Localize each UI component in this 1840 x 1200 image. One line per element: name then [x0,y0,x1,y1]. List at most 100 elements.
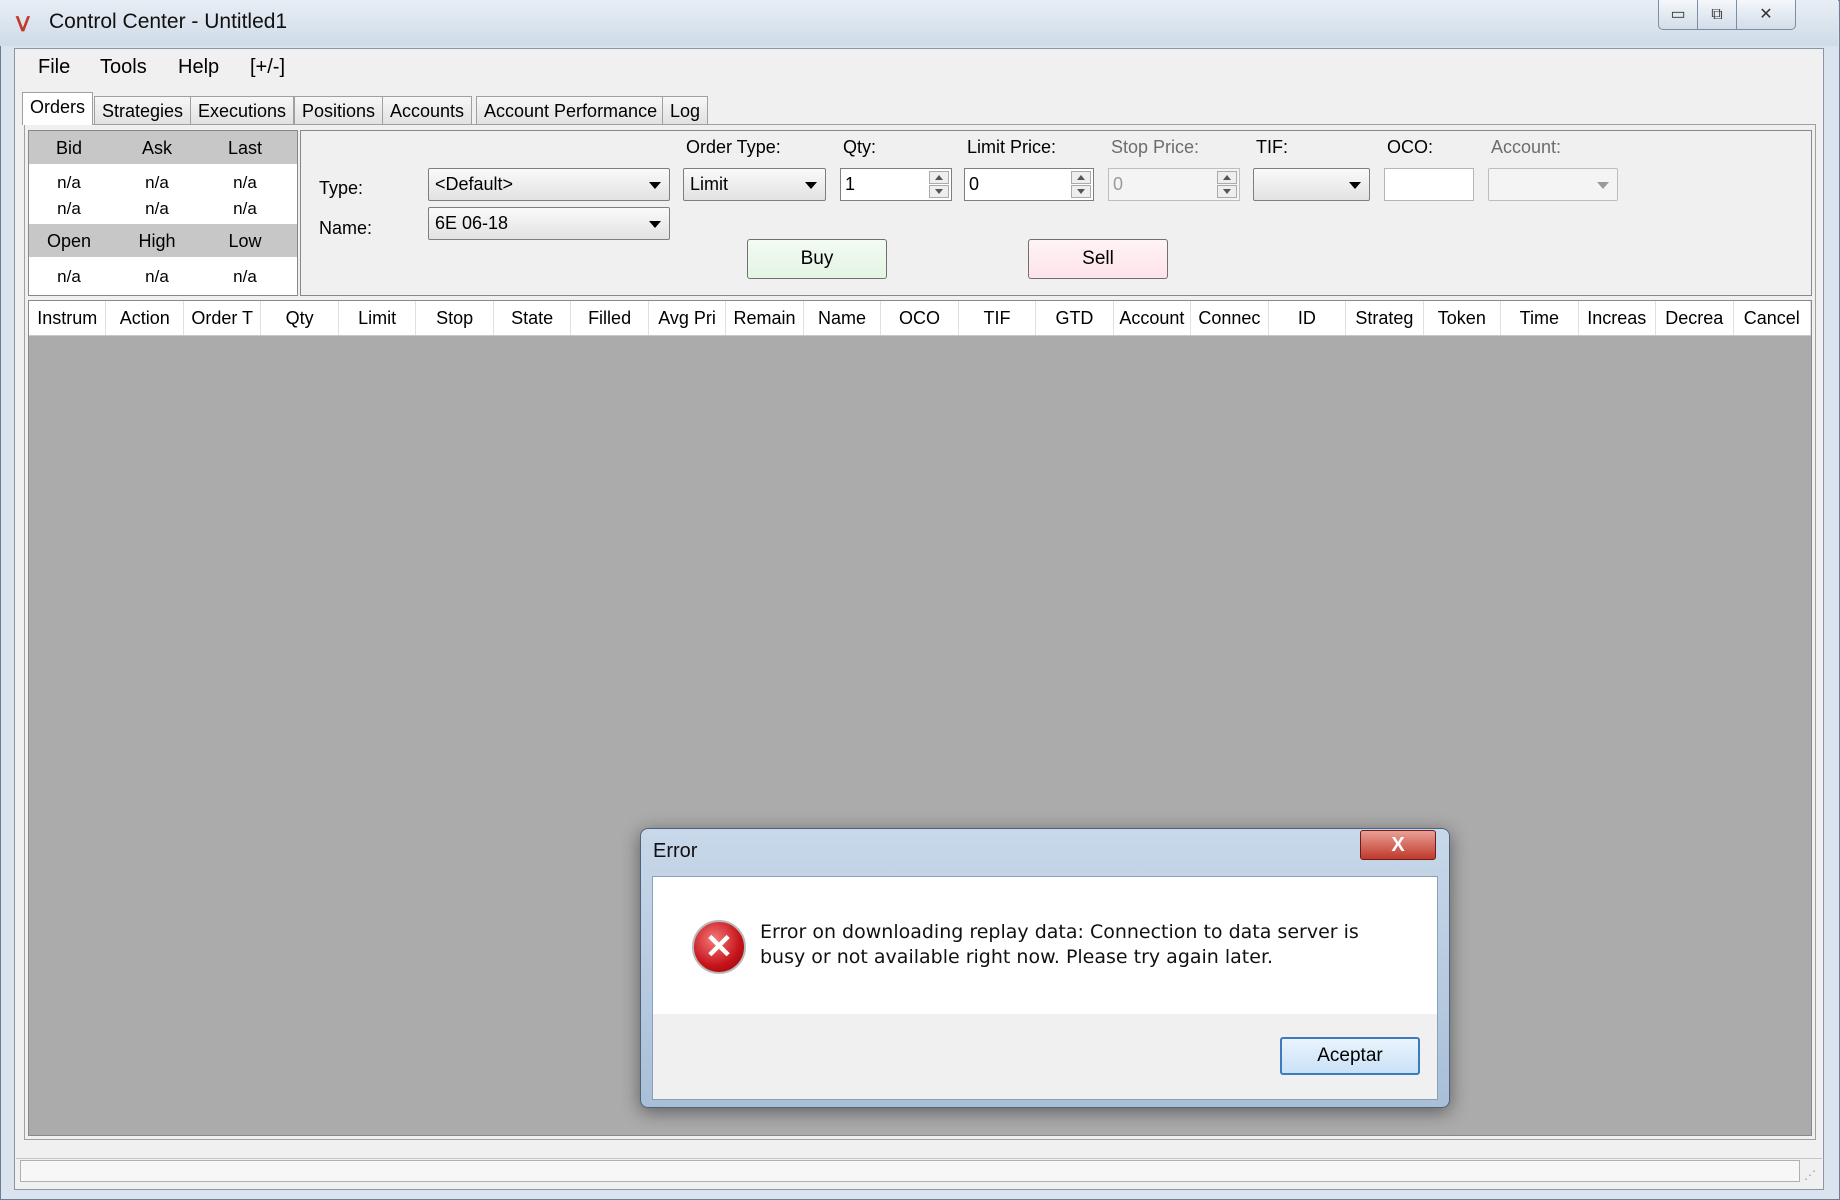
window-title: Control Center - Untitled1 [49,10,288,33]
account-select[interactable] [1488,168,1618,201]
column-header-5[interactable]: Stop [416,301,494,335]
dialog-title: Error [653,840,698,862]
quote-box: Bid Ask Last n/a n/a n/a n/a n/a n/a Ope… [28,130,298,296]
ask-size: n/a [145,199,169,218]
dialog-message: Error on downloading replay data: Connec… [760,921,1359,968]
tab-executions[interactable]: Executions [190,96,295,124]
ok-button[interactable]: Aceptar [1280,1037,1420,1075]
spin-down-icon[interactable] [1217,185,1237,198]
bid-value: n/a [57,173,81,192]
spin-down-icon[interactable] [1071,185,1091,198]
instrument-type-select[interactable]: <Default> [428,168,670,201]
type-label: Type: [319,178,364,198]
order-type-value: Limit [690,174,729,194]
column-header-13[interactable]: GTD [1036,301,1114,335]
ask-value: n/a [145,173,169,192]
quote-header-bottom: Open High Low [29,224,297,257]
column-header-8[interactable]: Avg Pri [649,301,727,335]
limit-price-label: Limit Price: [967,137,1057,157]
last-size: n/a [233,199,257,218]
menu-bar [16,50,1822,86]
open-header: Open [46,231,92,251]
ninja-logo-icon: ᐯ [16,14,30,36]
order-type-label: Order Type: [686,137,781,157]
spin-up-icon[interactable] [1217,171,1237,184]
sell-button[interactable]: Sell [1028,239,1168,279]
column-header-10[interactable]: Name [804,301,882,335]
chevron-down-icon [1349,182,1361,189]
menu-tools[interactable]: Tools [100,56,147,79]
oco-label: OCO: [1387,137,1434,157]
qty-value: 1 [845,174,856,194]
column-header-18[interactable]: Token [1424,301,1502,335]
qty-stepper[interactable]: 1 [840,168,952,201]
resize-grip-icon[interactable]: ⋰ [1804,1168,1820,1184]
column-header-14[interactable]: Account [1114,301,1192,335]
chevron-down-icon [649,182,661,189]
menu-expand-toggle[interactable]: [+/-] [250,56,285,79]
column-header-19[interactable]: Time [1501,301,1579,335]
low-header: Low [228,231,262,251]
column-header-1[interactable]: Action [106,301,184,335]
tif-label: TIF: [1256,137,1288,157]
last-header: Last [227,138,263,158]
column-header-6[interactable]: State [494,301,572,335]
low-value: n/a [233,267,257,286]
column-header-15[interactable]: Connec [1191,301,1269,335]
column-header-2[interactable]: Order T [184,301,262,335]
chevron-down-icon [649,221,661,228]
column-header-0[interactable]: Instrum [29,301,107,335]
tab-orders[interactable]: Orders [22,92,94,125]
column-header-7[interactable]: Filled [571,301,649,335]
column-header-11[interactable]: OCO [881,301,959,335]
tab-strategies[interactable]: Strategies [94,96,192,124]
column-header-16[interactable]: ID [1269,301,1347,335]
limit-price-stepper[interactable]: 0 [964,168,1094,201]
menu-help[interactable]: Help [178,56,219,79]
account-label: Account: [1491,137,1562,157]
column-header-21[interactable]: Decrea [1656,301,1734,335]
column-header-12[interactable]: TIF [959,301,1037,335]
tab-log[interactable]: Log [662,96,709,124]
bid-size: n/a [57,199,81,218]
limit-price-value: 0 [969,174,980,194]
menu-file[interactable]: File [38,56,70,79]
stop-price-label: Stop Price: [1111,137,1200,157]
order-type-select[interactable]: Limit [683,168,826,201]
tab-account-performance[interactable]: Account Performance [476,96,666,124]
close-window-button[interactable]: ✕ [1736,0,1796,30]
minimize-button[interactable]: ▭ [1658,0,1698,30]
column-header-17[interactable]: Strateg [1346,301,1424,335]
tab-accounts[interactable]: Accounts [382,96,473,124]
column-header-20[interactable]: Increas [1579,301,1657,335]
last-value: n/a [233,173,257,192]
column-header-9[interactable]: Remain [726,301,804,335]
name-label: Name: [319,218,373,238]
spin-up-icon[interactable] [1071,171,1091,184]
column-header-4[interactable]: Limit [339,301,417,335]
high-header: High [138,231,176,251]
status-field [20,1160,1800,1182]
buy-button[interactable]: Buy [747,239,887,279]
quote-header-top: Bid Ask Last [29,131,297,164]
maximize-button[interactable]: ⧉ [1697,0,1737,30]
instrument-name-select[interactable]: 6E 06-18 [428,207,670,240]
column-header-22[interactable]: Cancel [1734,301,1811,335]
grid-header: Instrum Action Order T Qty Limit Stop State Fil… [29,301,1811,336]
spin-up-icon[interactable] [929,171,949,184]
oco-input[interactable] [1384,168,1474,201]
ask-header: Ask [141,138,172,158]
bid-header: Bid [55,138,82,158]
column-header-3[interactable]: Qty [261,301,339,335]
high-value: n/a [145,267,169,286]
open-value: n/a [57,267,81,286]
error-icon: ✕ [692,920,746,974]
instrument-type-value: <Default> [435,174,514,194]
stop-price-value: 0 [1113,174,1124,194]
tif-select[interactable] [1253,168,1370,201]
stop-price-stepper[interactable]: 0 [1108,168,1240,201]
tab-positions[interactable]: Positions [294,96,384,124]
chevron-down-icon [1597,182,1609,189]
dialog-close-button[interactable]: X [1360,830,1436,860]
spin-down-icon[interactable] [929,185,949,198]
